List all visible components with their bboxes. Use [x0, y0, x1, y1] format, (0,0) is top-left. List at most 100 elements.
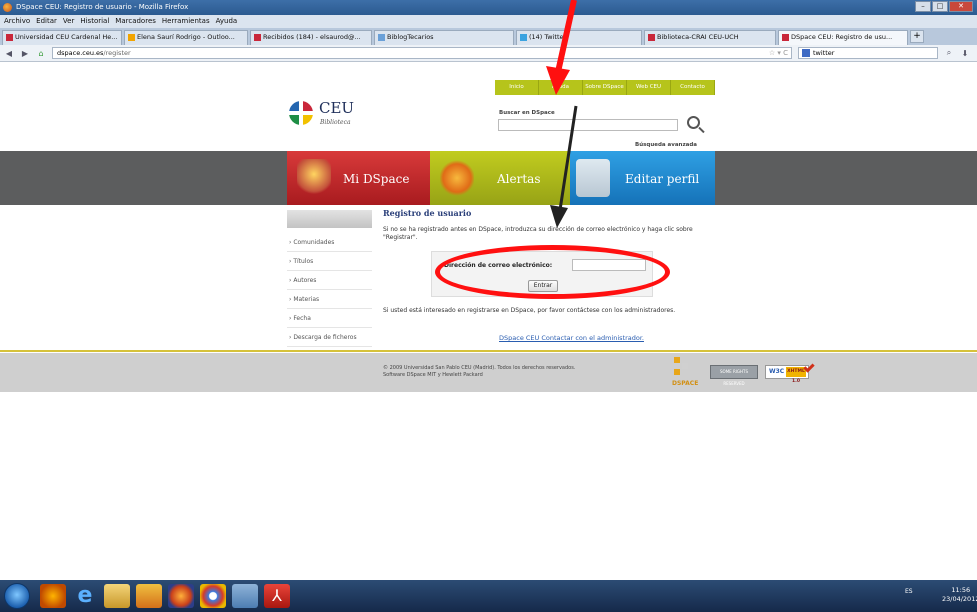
profile-icon [576, 159, 610, 197]
start-button[interactable] [4, 583, 30, 609]
nav-sobre-dspace[interactable]: Sobre DSpace [583, 80, 627, 95]
sidebar-header [287, 210, 372, 228]
ceu-cross-icon [289, 101, 313, 125]
nav-contacto[interactable]: Contacto [671, 80, 715, 95]
nav-web-ceu[interactable]: Web CEU [627, 80, 671, 95]
tile-editar-perfil[interactable]: Editar perfil [570, 151, 715, 205]
maximize-button[interactable]: □ [932, 1, 948, 12]
dspace-logo[interactable]: DSPACE [672, 355, 698, 387]
internet-explorer-icon[interactable]: e [72, 584, 98, 608]
browser-search-input[interactable]: twitter [798, 47, 938, 59]
clock-time: 11:56 [951, 586, 971, 594]
system-clock[interactable]: 11:56 23/04/2012 [942, 586, 977, 604]
tab-dspace-active[interactable]: DSpace CEU: Registro de usu... [778, 30, 908, 45]
language-indicator[interactable]: ES [905, 588, 913, 595]
window-title: DSpace CEU: Registro de usuario - Mozill… [16, 3, 189, 11]
footer: © 2009 Universidad San Pablo CEU (Madrid… [0, 353, 977, 392]
menu-ver[interactable]: Ver [63, 15, 74, 28]
home-icon[interactable]: ⌂ [36, 49, 46, 58]
dspace-logo-text: DSPACE [672, 380, 699, 387]
footer-divider [0, 350, 977, 352]
sidebar-item-titulos[interactable]: › Títulos [287, 252, 372, 271]
footer-text: © 2009 Universidad San Pablo CEU (Madrid… [383, 365, 575, 379]
check-icon [803, 361, 815, 373]
ceu-favicon-icon [782, 34, 789, 41]
outlook-favicon-icon [128, 34, 135, 41]
back-icon[interactable]: ◀ [4, 49, 14, 58]
clock-date: 23/04/2012 [942, 595, 977, 603]
sidebar-item-autores[interactable]: › Autores [287, 271, 372, 290]
tab-biblioteca-crai[interactable]: Biblioteca-CRAI CEU-UCH [644, 30, 776, 45]
outro-text: Si usted está interesado en registrarse … [383, 307, 676, 314]
windows-taskbar: e ⅄ ES 11:56 23/04/2012 [0, 580, 977, 612]
nav-ayuda[interactable]: Ayuda [539, 80, 583, 95]
window-switcher-icon[interactable] [232, 584, 258, 608]
tab-ceu[interactable]: Universidad CEU Cardenal He... [2, 30, 122, 45]
sidebar-item-materias[interactable]: › Materias [287, 290, 372, 309]
menu-herramientas[interactable]: Herramientas [162, 15, 210, 28]
url-bar[interactable]: dspace.ceu.es/register ☆ ▾ C [52, 47, 792, 59]
nav-inicio[interactable]: Inicio [495, 80, 539, 95]
media-player-icon[interactable] [40, 584, 66, 608]
site-search-input[interactable] [498, 119, 678, 131]
sidebar-item-descarga[interactable]: › Descarga de ficheros [287, 328, 372, 347]
bookmark-star-icon[interactable]: ☆ ▾ C [769, 48, 788, 58]
menu-archivo[interactable]: Archivo [4, 15, 30, 28]
chrome-icon[interactable] [200, 584, 226, 608]
sidebar-item-fecha[interactable]: › Fecha [287, 309, 372, 328]
sidebar-item-label: Autores [293, 277, 317, 284]
ceu-favicon-icon [6, 34, 13, 41]
menu-editar[interactable]: Editar [36, 15, 57, 28]
menu-ayuda[interactable]: Ayuda [216, 15, 238, 28]
ceu-logo[interactable]: CEU Biblioteca [289, 95, 379, 141]
download-icon[interactable]: ⬇ [960, 49, 970, 58]
url-domain: dspace.ceu.es [57, 49, 104, 57]
menu-historial[interactable]: Historial [80, 15, 109, 28]
sidebar-item-label: Materias [293, 296, 320, 303]
contact-admin-link[interactable]: DSpace CEU Contactar con el administrado… [499, 334, 644, 342]
logo-square [682, 363, 688, 369]
ceu-favicon-icon [648, 34, 655, 41]
search-icon[interactable]: ⌕ [944, 48, 954, 58]
outlook-icon[interactable] [136, 584, 162, 608]
navigation-toolbar: ◀ ▶ ⌂ dspace.ceu.es/register ☆ ▾ C twitt… [0, 45, 977, 62]
tab-biblogtecarios[interactable]: BiblogTecarios [374, 30, 514, 45]
sidebar-item-label: Títulos [293, 258, 314, 265]
tab-gmail[interactable]: Recibidos (184) - elsaurod@... [250, 30, 372, 45]
sidebar-item-comunidades[interactable]: › Comunidades [287, 233, 372, 252]
sidebar: › Comunidades › Títulos › Autores › Mate… [287, 210, 372, 347]
close-button[interactable]: ✕ [949, 1, 973, 12]
search-engine-icon[interactable] [802, 49, 810, 57]
new-tab-button[interactable]: + [910, 30, 924, 43]
w3c-xhtml-badge[interactable]: W3C XHTML 1.0 [765, 361, 815, 384]
explorer-folder-icon[interactable] [104, 584, 130, 608]
gmail-favicon-icon [254, 34, 261, 41]
tab-twitter[interactable]: (14) Twitter [516, 30, 642, 45]
logo-subtitle: Biblioteca [320, 119, 351, 126]
logo-name: CEU [319, 99, 355, 117]
acrobat-icon[interactable]: ⅄ [264, 584, 290, 608]
annotation-arrows [546, 0, 578, 228]
top-navigation: Inicio Ayuda Sobre DSpace Web CEU Contac… [495, 80, 715, 95]
forward-icon[interactable]: ▶ [20, 49, 30, 58]
footer-copyright: © 2009 Universidad San Pablo CEU (Madrid… [383, 365, 576, 371]
tab-label: Elena Saurí Rodrigo - Outloo... [137, 33, 235, 41]
twitter-favicon-icon [520, 34, 527, 41]
creative-commons-badge[interactable]: SOME RIGHTS RESERVED [710, 365, 758, 386]
magnifier-icon[interactable] [687, 116, 700, 129]
advanced-search-link[interactable]: Búsqueda avanzada [635, 142, 697, 148]
menu-marcadores[interactable]: Marcadores [115, 15, 156, 28]
tile-label: Editar perfil [625, 172, 700, 186]
logo-square [674, 369, 680, 375]
search-value: twitter [813, 49, 835, 57]
window-titlebar: DSpace CEU: Registro de usuario - Mozill… [0, 0, 977, 15]
minimize-button[interactable]: – [915, 1, 931, 12]
firefox-icon [3, 3, 12, 12]
tile-alertas[interactable]: Alertas [430, 151, 570, 205]
annotation-ellipse [435, 245, 670, 299]
tab-strip: Universidad CEU Cardenal He... Elena Sau… [0, 28, 977, 45]
tab-label: DSpace CEU: Registro de usu... [791, 33, 893, 41]
tile-mi-dspace[interactable]: Mi DSpace [287, 151, 430, 205]
tab-outlook[interactable]: Elena Saurí Rodrigo - Outloo... [124, 30, 248, 45]
firefox-taskbar-icon[interactable] [168, 584, 194, 608]
